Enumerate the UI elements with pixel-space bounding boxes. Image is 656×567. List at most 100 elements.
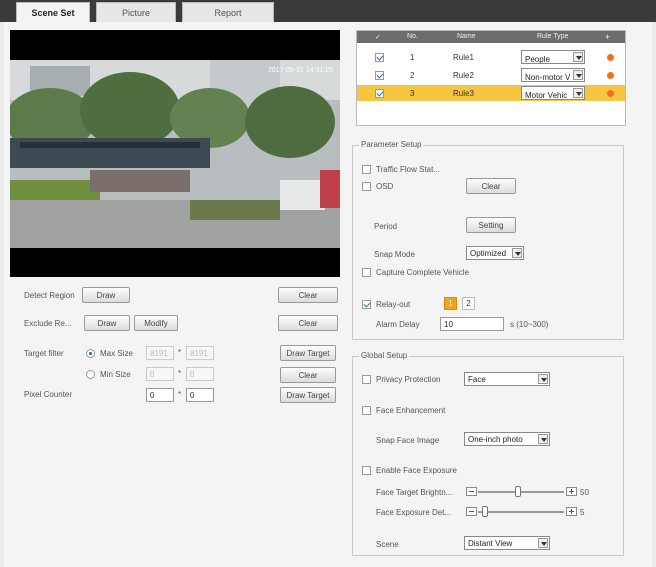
face-exposure-detect-slider[interactable] — [478, 511, 564, 513]
tab-report[interactable]: Report — [182, 2, 274, 22]
draw-target-button[interactable]: Draw Target — [280, 345, 336, 361]
max-size-radio[interactable] — [86, 349, 95, 358]
detect-region-label: Detect Region — [24, 291, 75, 300]
target-filter-label: Target filter — [24, 349, 64, 358]
osd-checkbox[interactable] — [362, 182, 371, 191]
video-preview[interactable]: 2017-05-31 14:31:25 — [10, 30, 340, 277]
min-width-input[interactable]: 0 — [146, 367, 174, 381]
face-brightness-label: Face Target Brightn... — [376, 488, 453, 497]
rule-table: ✓ No. Name Rule Type + 1 Rule1 People 2 … — [356, 30, 626, 126]
face-exposure-detect-slider-handle[interactable] — [482, 506, 488, 517]
exclude-region-draw-button[interactable]: Draw — [84, 315, 130, 331]
exclude-region-clear-button[interactable]: Clear — [278, 315, 338, 331]
face-exposure-detect-label: Face Exposure Det... — [376, 508, 452, 517]
face-brightness-value: 50 — [580, 488, 589, 497]
scene-select[interactable]: Distant View — [464, 536, 550, 550]
face-exposure-detect-decrease-button[interactable] — [466, 507, 477, 516]
traffic-flow-checkbox[interactable] — [362, 165, 371, 174]
pixel-height-input[interactable]: 0 — [186, 388, 214, 402]
alarm-delay-unit: s (10~300) — [510, 320, 549, 329]
face-enhancement-label: Face Enhancement — [376, 406, 446, 415]
scene-label: Scene — [376, 540, 399, 549]
delete-rule-icon[interactable] — [607, 90, 614, 97]
face-enhancement-checkbox[interactable] — [362, 406, 371, 415]
osd-clear-button[interactable]: Clear — [466, 178, 516, 194]
add-rule-icon[interactable]: + — [605, 32, 610, 42]
header-name: Name — [457, 33, 476, 40]
relay-1-button[interactable]: 1 — [444, 297, 457, 310]
rule-row[interactable]: 2 Rule2 Non-motor V — [357, 67, 625, 83]
face-brightness-increase-button[interactable] — [566, 487, 577, 496]
rule-no: 2 — [410, 71, 415, 80]
rule-row-selected[interactable]: 3 Rule3 Motor Vehic — [357, 85, 625, 101]
header-no: No. — [407, 33, 418, 40]
header-check[interactable]: ✓ — [375, 33, 381, 41]
min-size-radio[interactable] — [86, 370, 95, 379]
rule-type-select[interactable]: Motor Vehic — [521, 86, 585, 100]
rule-name: Rule2 — [453, 71, 474, 80]
max-size-times: * — [178, 348, 182, 357]
traffic-flow-label: Traffic Flow Stat... — [376, 165, 441, 174]
snap-mode-select[interactable]: Optimized — [466, 246, 524, 260]
rule-name: Rule1 — [453, 53, 474, 62]
rule-no: 3 — [410, 89, 415, 98]
camera-scene-image: 2017-05-31 14:31:25 — [10, 60, 340, 277]
header-rule-type: Rule Type — [537, 33, 569, 40]
rule-table-header: ✓ No. Name Rule Type + — [357, 31, 625, 43]
face-brightness-decrease-button[interactable] — [466, 487, 477, 496]
min-size-times: * — [178, 369, 182, 378]
face-exposure-checkbox[interactable] — [362, 466, 371, 475]
exclude-region-modify-button[interactable]: Modify — [134, 315, 178, 331]
privacy-protection-checkbox[interactable] — [362, 375, 371, 384]
rule-checkbox[interactable] — [375, 71, 384, 80]
alarm-delay-label: Alarm Delay — [376, 320, 420, 329]
privacy-protection-select[interactable]: Face — [464, 372, 550, 386]
detect-region-draw-button[interactable]: Draw — [82, 287, 130, 303]
detect-region-clear-button[interactable]: Clear — [278, 287, 338, 303]
capture-complete-checkbox[interactable] — [362, 268, 371, 277]
period-label: Period — [374, 222, 398, 231]
delete-rule-icon[interactable] — [607, 72, 614, 79]
exclude-region-label: Exclude Re... — [24, 319, 72, 328]
parameter-setup-title: Parameter Setup — [359, 140, 424, 149]
rule-type-select[interactable]: People — [521, 50, 585, 64]
snap-mode-label: Snap Mode — [374, 250, 415, 259]
face-exposure-detect-increase-button[interactable] — [566, 507, 577, 516]
delete-rule-icon[interactable] — [607, 54, 614, 61]
video-osd-time: 2017-05-31 14:31:25 — [268, 67, 333, 74]
rule-checkbox[interactable] — [375, 89, 384, 98]
snap-face-image-select[interactable]: One-inch photo — [464, 432, 550, 446]
relay-out-label: Relay-out — [376, 300, 411, 309]
rule-checkbox[interactable] — [375, 53, 384, 62]
rule-row[interactable]: 1 Rule1 People — [357, 49, 625, 65]
max-height-input[interactable]: 8191 — [186, 346, 214, 360]
min-size-label: Min Size — [100, 370, 131, 379]
period-setting-button[interactable]: Setting — [466, 217, 516, 233]
target-filter-clear-button[interactable]: Clear — [280, 367, 336, 383]
min-height-input[interactable]: 0 — [186, 367, 214, 381]
face-exposure-detect-value: 5 — [580, 508, 585, 517]
global-setup-title: Global Setup — [359, 351, 410, 360]
pixel-times: * — [178, 390, 182, 399]
osd-label: OSD — [376, 182, 394, 191]
max-size-label: Max Size — [100, 349, 133, 358]
capture-complete-label: Capture Complete Vehicle — [376, 268, 469, 277]
face-brightness-slider[interactable] — [478, 491, 564, 493]
rule-name: Rule3 — [453, 89, 474, 98]
rule-no: 1 — [410, 53, 415, 62]
privacy-protection-label: Privacy Protection — [376, 375, 441, 384]
max-width-input[interactable]: 8191 — [146, 346, 174, 360]
pixel-draw-target-button[interactable]: Draw Target — [280, 387, 336, 403]
face-exposure-label: Enable Face Exposure — [376, 466, 457, 475]
relay-2-button[interactable]: 2 — [462, 297, 475, 310]
snap-face-image-label: Snap Face Image — [376, 436, 440, 445]
pixel-counter-label: Pixel Counter — [24, 390, 73, 399]
parameter-setup-group: Parameter Setup — [352, 140, 624, 340]
face-brightness-slider-handle[interactable] — [515, 486, 521, 497]
rule-type-select[interactable]: Non-motor V — [521, 68, 585, 82]
alarm-delay-input[interactable]: 10 — [440, 317, 504, 331]
relay-out-checkbox[interactable] — [362, 300, 371, 309]
tab-scene-set[interactable]: Scene Set — [16, 2, 90, 22]
tab-picture[interactable]: Picture — [96, 2, 176, 22]
pixel-width-input[interactable]: 0 — [146, 388, 174, 402]
